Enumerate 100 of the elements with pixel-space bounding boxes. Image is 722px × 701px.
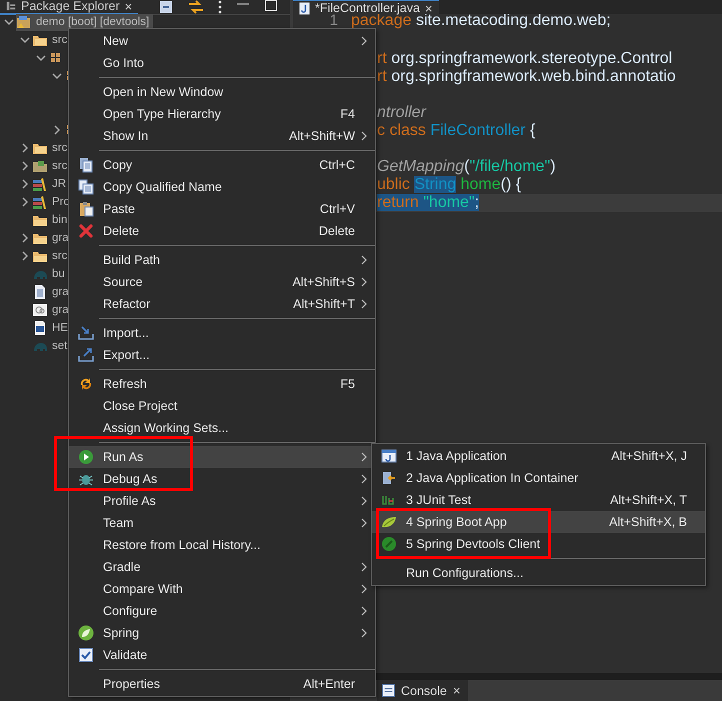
shortcut: Alt+Shift+X, J [611,449,688,463]
expand-chevron-icon[interactable] [20,179,30,189]
books-icon [32,194,48,210]
java-file-icon [299,2,310,14]
menu-item[interactable]: Import... [69,322,375,344]
code-line: ntroller [377,104,426,122]
collapse-chevron-icon[interactable] [52,71,62,81]
delete-icon [78,223,94,239]
close-button[interactable]: × [452,683,460,698]
collapse-all-icon[interactable] [158,0,174,14]
menu-item[interactable]: New [69,30,375,52]
tree-item[interactable]: gra [52,286,69,298]
import-icon [78,325,94,341]
menu-label: Refresh [103,377,148,391]
menu-item[interactable]: Build Path [69,249,375,271]
menu-item[interactable]: Open in New Window [69,81,375,103]
tree-item[interactable]: JR [52,178,66,190]
menu-item[interactable]: Delete Delete [69,220,375,242]
menu-item[interactable]: Configure [69,600,375,622]
menu-item[interactable]: Source Alt+Shift+S [69,271,375,293]
menu-item[interactable]: 2 Java Application In Container [372,467,705,489]
close-button[interactable]: × [124,0,132,14]
play-icon [78,449,94,465]
menu-item[interactable]: Refactor Alt+Shift+T [69,293,375,315]
tree-item[interactable]: src [52,250,68,262]
menu-item[interactable]: Refresh F5 [69,373,375,395]
editor-tab[interactable]: *FileController.java × [293,0,439,15]
window-icon [381,448,397,464]
menu-item[interactable]: Profile As [69,490,375,512]
more-options-icon[interactable] [218,0,222,14]
menu-label: Open Type Hierarchy [103,107,222,121]
menu-label: 2 Java Application In Container [406,471,580,485]
expand-chevron-icon[interactable] [20,143,30,153]
menu-label: 4 Spring Boot App [406,515,508,529]
menu-label: Restore from Local History... [103,538,262,552]
menu-item[interactable]: Go Into [69,52,375,74]
leaf-icon [381,514,397,530]
menu-item[interactable]: 5 Spring Devtools Client [372,533,705,555]
expand-chevron-icon[interactable] [20,233,30,243]
menu-item[interactable]: Team [69,512,375,534]
menu-item[interactable]: Properties Alt+Enter [69,673,375,695]
menu-item[interactable]: Close Project [69,395,375,417]
menu-item[interactable]: 1 Java Application Alt+Shift+X, J [372,445,705,467]
tab-title: Console [401,684,447,698]
menu-item[interactable]: 3 JUnit Test Alt+Shift+X, T [372,489,705,511]
view-tab[interactable]: Console × [377,680,468,701]
menu-item[interactable]: Gradle [69,556,375,578]
expand-chevron-icon[interactable] [52,125,62,135]
shortcut: Ctrl+C [319,158,356,172]
shortcut: Alt+Shift+W [289,129,356,143]
menu-label: Copy Qualified Name [103,180,223,194]
menu-item[interactable]: Validate [69,644,375,666]
menu-item[interactable]: Show In Alt+Shift+W [69,125,375,147]
line-number: 1 [330,14,338,28]
leaf-icon [78,625,94,641]
close-button[interactable]: × [424,0,433,16]
menu-item[interactable]: Spring [69,622,375,644]
link-arrows-icon[interactable] [188,0,204,14]
expand-chevron-icon[interactable] [20,251,30,261]
menu-item[interactable]: 4 Spring Boot App Alt+Shift+X, B [372,511,705,533]
tree-item[interactable]: src [52,34,68,46]
code-line: ublic String home() { [377,176,522,194]
expand-chevron-icon[interactable] [20,161,30,171]
tree-item[interactable]: bu [52,268,65,280]
menu-item[interactable]: Export... [69,344,375,366]
tree-item[interactable]: src [52,142,68,154]
menu-item[interactable]: Restore from Local History... [69,534,375,556]
tree-item[interactable]: src [52,160,68,172]
tree-item[interactable]: gra [52,232,69,244]
expand-chevron-icon[interactable] [20,197,30,207]
shortcut: Alt+Shift+X, B [609,515,688,529]
menu-label: Spring [103,626,140,640]
menu-item[interactable]: Compare With [69,578,375,600]
shortcut: Alt+Shift+S [292,275,356,289]
menu-item[interactable]: Copy Qualified Name [69,176,375,198]
project-icon [16,14,32,30]
menu-item[interactable]: Paste Ctrl+V [69,198,375,220]
word-document-icon [32,320,48,336]
tree-item[interactable]: gra [52,304,69,316]
maximize-icon[interactable] [264,0,278,14]
menu-item[interactable]: Copy Ctrl+C [69,154,375,176]
tree-item[interactable]: bin [52,214,68,226]
menu-item[interactable]: Run Configurations... [372,562,705,584]
tree-item[interactable]: HE [52,322,68,334]
menu-label: Import... [103,326,150,340]
menu-label: Gradle [103,560,142,574]
menu-label: Properties [103,677,161,691]
copy-icon [78,157,94,173]
tree-item[interactable]: set [52,340,68,352]
collapse-chevron-icon[interactable] [20,35,30,45]
shortcut: Delete [318,224,356,238]
menu-item[interactable]: Debug As [69,468,375,490]
menu-label: Validate [103,648,148,662]
menu-item[interactable]: Open Type Hierarchy F4 [69,103,375,125]
collapse-chevron-icon[interactable] [4,17,14,27]
collapse-chevron-icon[interactable] [36,53,46,63]
code-line: rt org.springframework.web.bind.annotatio [377,68,676,86]
refresh-icon [78,376,94,392]
menu-label: New [103,34,130,48]
menu-item[interactable]: Assign Working Sets... [69,417,375,439]
